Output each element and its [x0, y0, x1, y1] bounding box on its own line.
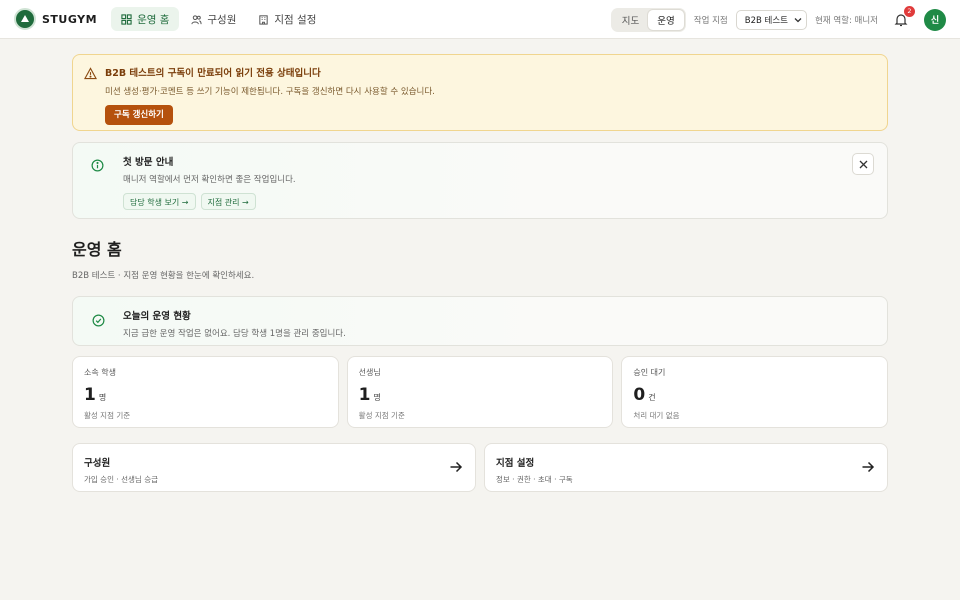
stat-unit: 건 [648, 393, 656, 402]
quick-links: 구성원 가입 승인 · 선생님 승급 지점 설정 정보 · 권한 · 초대 · … [72, 443, 888, 492]
brand-name: STUGYM [42, 12, 98, 26]
logo-icon [14, 8, 36, 30]
view-students-link[interactable]: 담당 학생 보기 → [123, 193, 196, 210]
stat-note: 활성 지점 기준 [358, 411, 405, 420]
today-status-card: 오늘의 운영 현황 지금 급한 운영 작업은 없어요. 담당 학생 1명을 관리… [72, 296, 888, 346]
stat-value: 0 [633, 385, 646, 405]
top-navigation: STUGYM 운영 홈 구성원 지점 설정 지도 운영 작업 지점 B2B 테스… [0, 0, 960, 39]
nav-item-label: 운영 홈 [137, 13, 170, 26]
notifications-button[interactable]: 2 [892, 5, 915, 29]
stat-card-pending-approvals: 승인 대기 0건 처리 대기 없음 [621, 356, 889, 428]
first-visit-guide: 첫 방문 안내 매니저 역할에서 먼저 확인하면 좋은 작업입니다. 담당 학생… [72, 142, 888, 219]
nav-item-members[interactable]: 구성원 [181, 7, 246, 31]
guide-description: 매니저 역할에서 먼저 확인하면 좋은 작업입니다. [123, 175, 296, 185]
arrow-right-icon [450, 461, 463, 473]
main-content: B2B 테스트의 구독이 만료되어 읽기 전용 상태입니다 미션 생성·평가·코… [72, 39, 889, 492]
stat-label: 선생님 [358, 368, 381, 377]
close-guide-button[interactable] [852, 153, 874, 175]
nav-item-label: 구성원 [207, 13, 237, 26]
close-icon [859, 160, 867, 168]
brand-logo[interactable]: STUGYM [14, 8, 97, 30]
grid-icon [121, 13, 132, 25]
renew-subscription-button[interactable]: 구독 갱신하기 [105, 105, 173, 125]
stat-unit: 명 [98, 393, 107, 402]
nav-item-label: 지점 설정 [274, 13, 317, 26]
warning-icon [84, 67, 97, 80]
page-subtitle: B2B 테스트 · 지점 운영 현황을 한눈에 확인하세요. [72, 271, 255, 281]
stat-label: 소속 학생 [84, 368, 116, 377]
stat-value: 1 [358, 385, 371, 405]
nav-item-branch-settings[interactable]: 지점 설정 [248, 7, 326, 31]
avatar[interactable]: 신 [924, 8, 946, 31]
link-description: 정보 · 권한 · 초대 · 구독 [496, 475, 573, 484]
branch-select-value: B2B 테스트 [744, 15, 788, 26]
chevron-down-icon [794, 17, 802, 22]
check-circle-icon [92, 314, 105, 327]
stat-card-teachers: 선생님 1명 활성 지점 기준 [346, 356, 614, 428]
link-title: 구성원 [84, 458, 111, 469]
stat-label: 승인 대기 [633, 368, 666, 377]
header-controls: 지도 운영 작업 지점 B2B 테스트 현재 역할: 매니저 2 신 [610, 0, 946, 39]
info-icon [91, 159, 104, 172]
stat-card-students: 소속 학생 1명 활성 지점 기준 [72, 356, 339, 428]
current-role: 현재 역할: 매니저 [814, 15, 878, 26]
subscription-warning: B2B 테스트의 구독이 만료되어 읽기 전용 상태입니다 미션 생성·평가·코… [72, 54, 888, 131]
status-title: 오늘의 운영 현황 [123, 311, 191, 322]
stat-note: 활성 지점 기준 [84, 411, 131, 420]
manage-branch-link[interactable]: 지점 관리 → [200, 193, 256, 210]
branch-settings-link-card[interactable]: 지점 설정 정보 · 권한 · 초대 · 구독 [484, 443, 888, 492]
notification-badge: 2 [904, 5, 915, 17]
mode-toggle[interactable]: 지도 운영 [610, 7, 686, 32]
status-description: 지금 급한 운영 작업은 없어요. 담당 학생 1명을 관리 중입니다. [123, 329, 346, 339]
mode-tab-guide[interactable]: 지도 [613, 10, 648, 30]
branch-label: 작업 지점 [693, 15, 728, 26]
warning-description: 미션 생성·평가·코멘트 등 쓰기 기능이 제한됩니다. 구독을 갱신하면 다시… [105, 87, 435, 97]
branch-select[interactable]: B2B 테스트 [735, 9, 807, 30]
nav-item-home[interactable]: 운영 홈 [111, 7, 180, 31]
guide-title: 첫 방문 안내 [123, 157, 174, 168]
members-link-card[interactable]: 구성원 가입 승인 · 선생님 승급 [72, 443, 476, 492]
stat-value: 1 [84, 385, 96, 405]
building-icon [259, 14, 269, 25]
page-title: 운영 홈 [72, 240, 122, 259]
guide-actions: 담당 학생 보기 → 지점 관리 → [123, 193, 875, 210]
stat-unit: 명 [373, 393, 381, 402]
stats-row: 소속 학생 1명 활성 지점 기준 선생님 1명 활성 지점 기준 승인 대기 … [72, 356, 889, 428]
users-icon [191, 14, 202, 24]
link-title: 지점 설정 [496, 458, 535, 469]
warning-title: B2B 테스트의 구독이 만료되어 읽기 전용 상태입니다 [105, 68, 321, 79]
link-description: 가입 승인 · 선생님 승급 [84, 475, 159, 484]
arrow-right-icon [862, 461, 875, 473]
stat-note: 처리 대기 없음 [633, 411, 680, 420]
mode-tab-operation[interactable]: 운영 [648, 9, 684, 30]
